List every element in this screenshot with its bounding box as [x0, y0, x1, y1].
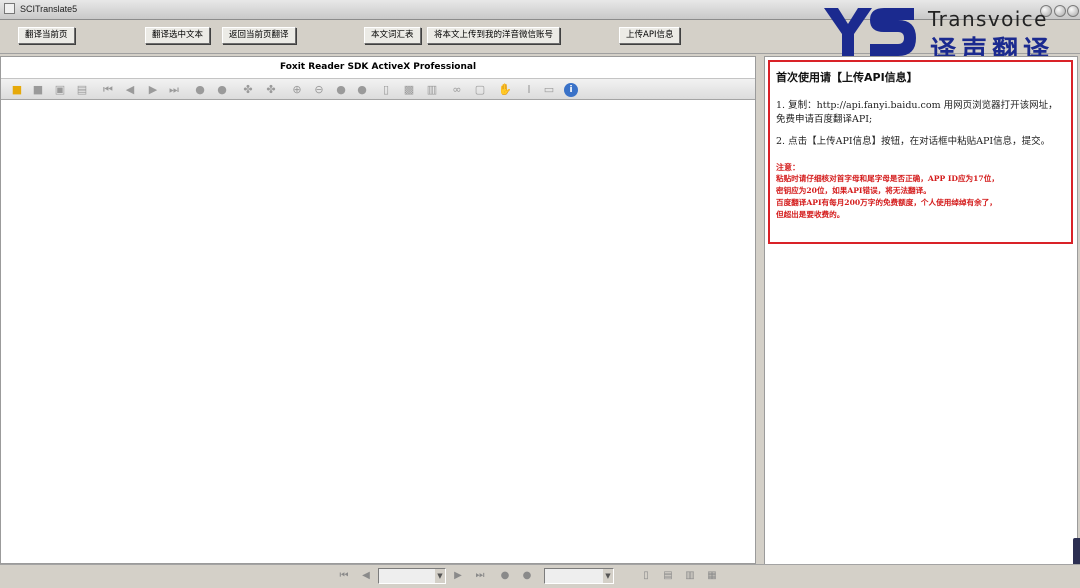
rotate-right-icon[interactable]: ✤	[264, 83, 278, 97]
continuous-page-icon[interactable]: ▤	[662, 570, 674, 582]
back-icon[interactable]: ●	[193, 83, 207, 97]
status-bar: ⏮ ◀ ▼ ▶ ⏭ ● ● ▼ ▯ ▤ ▥ ▦	[0, 564, 1080, 588]
transvoice-logo: Transvoice 译声翻译	[822, 6, 1076, 66]
zoom-out-icon[interactable]: ⊖	[312, 83, 326, 97]
info-icon[interactable]: i	[564, 83, 578, 97]
forward-icon[interactable]: ●	[215, 83, 229, 97]
fit-visible-icon[interactable]: ▥	[425, 83, 439, 97]
chevron-down-icon[interactable]: ▼	[435, 569, 445, 583]
translation-panel: 首次使用请【上传API信息】 1. 复制：http://api.fanyi.ba…	[764, 56, 1078, 579]
notice-step-2: 2. 点击【上传API信息】按钮，在对话框中粘贴API信息，提交。	[776, 136, 1051, 147]
first-use-notice: 首次使用请【上传API信息】 1. 复制：http://api.fanyi.ba…	[768, 60, 1073, 244]
back-icon[interactable]: ●	[499, 570, 511, 582]
prev-page-icon[interactable]: ◀	[360, 570, 372, 582]
next-page-icon[interactable]: ▶	[146, 83, 160, 97]
select-text-icon[interactable]: I	[522, 83, 536, 97]
translate-selection-button[interactable]: 翻译选中文本	[145, 27, 211, 44]
facing-page-icon[interactable]: ▥	[684, 570, 696, 582]
first-page-icon[interactable]: ⏮	[101, 83, 115, 97]
notice-step-1: 1. 复制：http://api.fanyi.baidu.com 用网页浏览器打…	[776, 100, 1058, 125]
upload-wechat-button[interactable]: 将本文上传到我的洋音微信账号	[427, 27, 561, 44]
page-number-field[interactable]: ▼	[378, 568, 446, 584]
window-title: SCITranslate5	[20, 4, 78, 14]
hand-tool-icon[interactable]: ✋	[498, 83, 512, 97]
fit-width-icon[interactable]: ▩	[402, 83, 416, 97]
snapshot-icon[interactable]: ▭	[542, 83, 556, 97]
print-icon[interactable]: ▤	[75, 83, 89, 97]
binoculars-icon[interactable]: ∞	[450, 83, 464, 97]
notice-warning-line: 但超出是要收费的。	[776, 210, 845, 219]
zoom-level-field[interactable]: ▼	[544, 568, 614, 584]
rotate-left-icon[interactable]: ✤	[241, 83, 255, 97]
next-view-icon[interactable]: ●	[355, 83, 369, 97]
ys-logo-mark	[824, 8, 916, 56]
notice-warning-line: 粘贴时请仔细核对首字母和尾字母是否正确，APP ID应为17位，	[776, 174, 999, 183]
page-icon[interactable]: ▢	[473, 83, 487, 97]
prev-view-icon[interactable]: ●	[334, 83, 348, 97]
chevron-down-icon[interactable]: ▼	[603, 569, 613, 583]
notice-warning-line: 百度翻译API有每月200万字的免费额度，个人使用绰绰有余了，	[776, 198, 997, 207]
forward-icon[interactable]: ●	[521, 570, 533, 582]
glossary-button[interactable]: 本文词汇表	[364, 27, 421, 44]
zoom-in-icon[interactable]: ⊕	[290, 83, 304, 97]
notice-title: 首次使用请【上传API信息】	[776, 71, 918, 84]
fit-page-icon[interactable]: ▯	[379, 83, 393, 97]
upload-api-button[interactable]: 上传API信息	[619, 27, 681, 44]
single-page-icon[interactable]: ▯	[640, 570, 652, 582]
viewer-title: Foxit Reader SDK ActiveX Professional	[1, 57, 755, 77]
app-icon	[4, 3, 15, 14]
continuous-facing-icon[interactable]: ▦	[706, 570, 718, 582]
open-folder-icon[interactable]: ■	[10, 83, 24, 97]
translate-current-page-button[interactable]: 翻译当前页	[18, 27, 75, 44]
pdf-viewer[interactable]: Foxit Reader SDK ActiveX Professional ■ …	[0, 56, 756, 564]
next-page-icon[interactable]: ▶	[452, 570, 464, 582]
logo-brand-text: Transvoice	[928, 7, 1048, 31]
return-current-page-button[interactable]: 返回当前页翻译	[222, 27, 296, 44]
prev-page-icon[interactable]: ◀	[123, 83, 137, 97]
floppy-icon[interactable]: ▣	[53, 83, 67, 97]
document-page-area[interactable]	[1, 101, 755, 563]
last-page-icon[interactable]: ⏭	[167, 83, 181, 97]
last-page-icon[interactable]: ⏭	[474, 570, 486, 582]
notice-warning-heading: 注意：	[776, 162, 800, 172]
notice-warning-line: 密钥应为20位，如果API错误，将无法翻译。	[776, 186, 931, 195]
viewer-toolbar: ■ ■ ▣ ▤ ⏮ ◀ ▶ ⏭ ● ● ✤ ✤ ⊕ ⊖ ● ● ▯ ▩ ▥ ∞ …	[1, 78, 755, 100]
first-page-icon[interactable]: ⏮	[338, 570, 350, 582]
save-icon[interactable]: ■	[31, 83, 45, 97]
